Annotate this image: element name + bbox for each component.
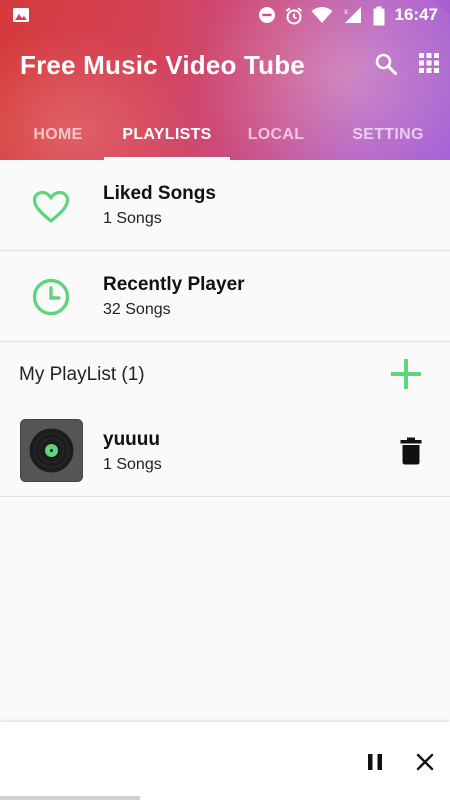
dnd-icon — [259, 7, 275, 23]
tab-bar: HOME PLAYLISTS LOCAL SETTING — [0, 110, 450, 160]
trash-icon[interactable] — [400, 437, 422, 465]
playlist-item[interactable]: yuuuu 1 Songs — [0, 406, 450, 497]
app-header: x 16:47 Free Music Video Tube HOME PLAYL… — [0, 0, 450, 160]
recently-played-title: Recently Player — [103, 274, 245, 295]
tab-setting[interactable]: SETTING — [336, 110, 440, 160]
playlist-song-count: 1 Songs — [103, 456, 162, 473]
signal-icon: x — [344, 7, 361, 23]
clock-icon — [32, 278, 70, 316]
vinyl-icon — [20, 419, 83, 482]
liked-songs-row[interactable]: Liked Songs 1 Songs — [0, 160, 450, 251]
search-icon[interactable] — [374, 52, 398, 76]
status-time: 16:47 — [394, 5, 438, 24]
svg-text:x: x — [344, 7, 348, 16]
playlist-name: yuuuu — [103, 429, 160, 450]
pause-icon[interactable] — [367, 753, 383, 771]
tab-home[interactable]: HOME — [18, 110, 98, 160]
my-playlist-header: My PlayList (1) — [0, 342, 450, 407]
alarm-icon — [285, 7, 303, 25]
tab-local[interactable]: LOCAL — [236, 110, 316, 160]
grid-icon[interactable] — [418, 52, 440, 74]
liked-songs-count: 1 Songs — [103, 210, 162, 227]
wifi-icon — [311, 7, 333, 23]
tab-playlists[interactable]: PLAYLISTS — [104, 110, 230, 160]
recently-played-count: 32 Songs — [103, 301, 171, 318]
status-bar: x 16:47 — [0, 0, 450, 30]
mini-player-bar — [0, 722, 450, 800]
battery-icon — [373, 6, 385, 26]
liked-songs-title: Liked Songs — [103, 183, 216, 204]
close-icon[interactable] — [416, 753, 434, 771]
app-title: Free Music Video Tube — [20, 50, 305, 80]
plus-icon[interactable] — [390, 358, 422, 390]
my-playlist-label: My PlayList (1) — [19, 364, 145, 385]
heart-icon — [32, 190, 70, 223]
recently-played-row[interactable]: Recently Player 32 Songs — [0, 251, 450, 342]
image-icon — [13, 8, 29, 22]
bottom-progress-strip — [0, 796, 140, 800]
